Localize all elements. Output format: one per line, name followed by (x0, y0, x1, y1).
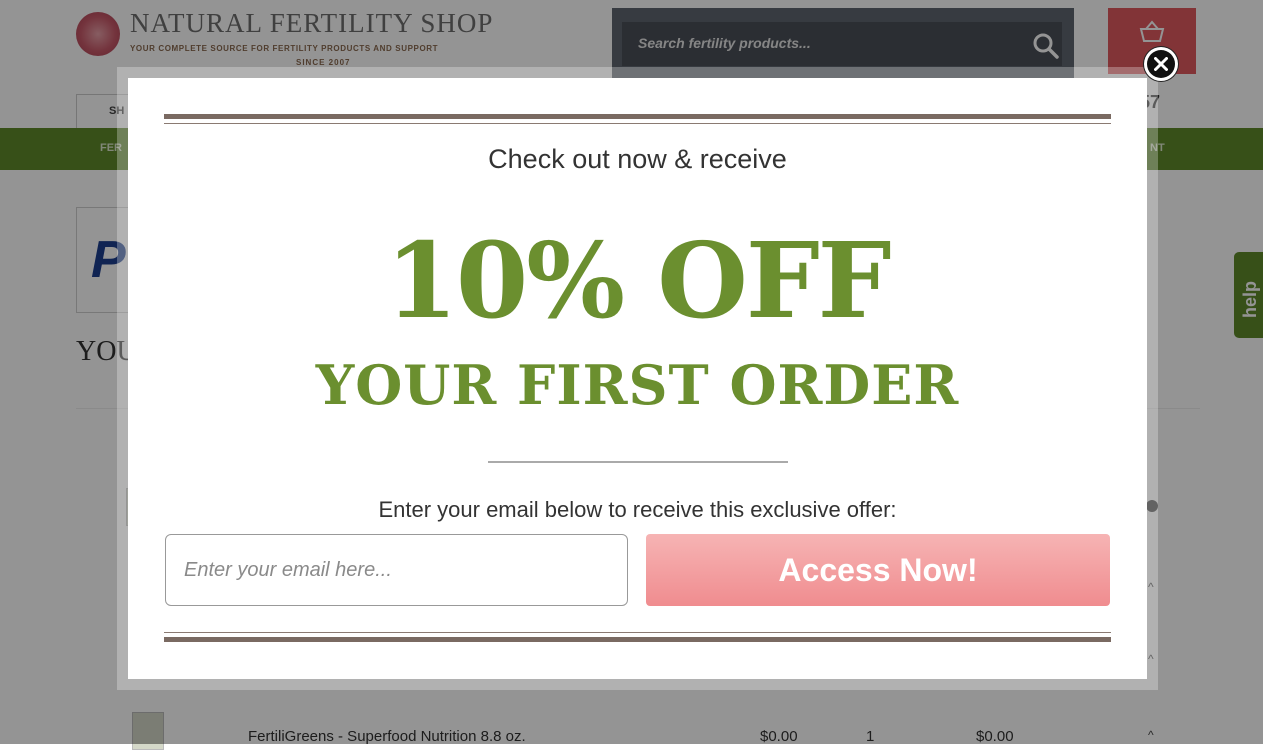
bottom-rule (164, 637, 1111, 642)
bottom-rule-thin (164, 632, 1111, 633)
email-field[interactable] (165, 534, 628, 606)
offer-instruction: Enter your email below to receive this e… (378, 497, 897, 522)
top-rule (164, 114, 1111, 119)
offer-amount: 10% OFF (385, 219, 891, 342)
offer-divider (488, 461, 788, 463)
top-rule-thin (164, 123, 1111, 124)
close-button[interactable] (1144, 47, 1178, 81)
offer-subline: YOUR FIRST ORDER (315, 353, 960, 417)
close-icon (1147, 50, 1175, 78)
access-now-button[interactable]: Access Now! (646, 534, 1110, 606)
popup-headline: Check out now & receive (488, 144, 787, 174)
